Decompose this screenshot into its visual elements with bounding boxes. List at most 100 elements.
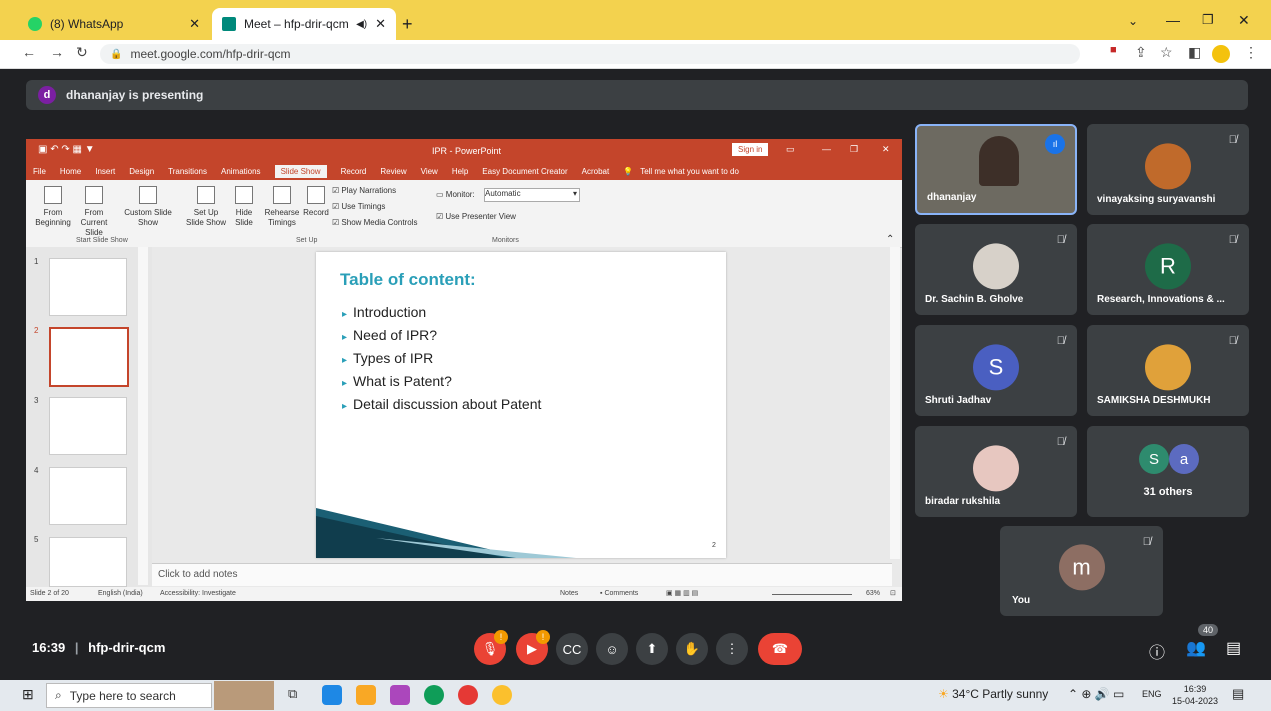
taskbar-search-input[interactable]: ⌕ Type here to search [46, 683, 212, 708]
chat-icon[interactable]: ▤ [1226, 638, 1241, 658]
zoom-slider[interactable] [772, 594, 852, 595]
more-options-button[interactable]: ⋮ [716, 633, 748, 665]
close-window-icon[interactable]: ✕ [1238, 12, 1250, 29]
slide-thumbnail[interactable] [49, 397, 127, 455]
ribbon-options-icon[interactable]: ▭ [786, 144, 795, 155]
slide-thumbnail[interactable] [49, 327, 129, 387]
reload-icon[interactable]: ↻ [76, 44, 88, 61]
collapse-ribbon-icon[interactable]: ⌃ [886, 234, 894, 245]
custom-slide-show-button[interactable]: Custom Slide Show [122, 186, 174, 228]
tab-search-icon[interactable]: ⌄ [1128, 14, 1138, 28]
from-current-slide-button[interactable]: From Current Slide [72, 186, 116, 238]
input-language[interactable]: ENG [1142, 689, 1162, 699]
back-icon[interactable]: ← [22, 44, 36, 60]
others-tile[interactable]: S a 31 others [1087, 426, 1249, 517]
menu-icon[interactable]: ⋮ [1244, 44, 1258, 61]
reactions-button[interactable]: ☺ [596, 633, 628, 665]
tab-insert[interactable]: Insert [95, 167, 115, 176]
windows-start-icon[interactable]: ⊞ [22, 686, 34, 703]
meeting-details-icon[interactable]: ⓘ [1149, 639, 1165, 663]
present-button[interactable]: ⬆ [636, 633, 668, 665]
slide-scrollbar[interactable] [890, 247, 900, 559]
chrome-icon[interactable] [458, 685, 478, 705]
url-input[interactable]: 🔒 meet.google.com/hfp-drir-qcm [100, 44, 1080, 64]
camera-blocked-icon[interactable]: ■ [1110, 44, 1117, 56]
bookmark-star-icon[interactable]: ☆ [1160, 44, 1173, 61]
language-indicator[interactable]: English (India) [98, 590, 143, 597]
paint-icon[interactable] [390, 685, 410, 705]
close-icon[interactable]: ✕ [375, 16, 386, 32]
minimize-icon[interactable]: — [822, 144, 831, 154]
minimize-icon[interactable]: — [1166, 12, 1180, 28]
leave-call-button[interactable]: ☎ [758, 633, 802, 665]
new-tab-icon[interactable]: + [402, 14, 413, 35]
tab-home[interactable]: Home [60, 167, 81, 176]
participant-tile[interactable]: 🎙̸ S Shruti Jadhav [915, 325, 1077, 416]
tab-review[interactable]: Review [380, 167, 406, 176]
forward-icon[interactable]: → [50, 44, 64, 60]
participant-tile[interactable]: 🎙̸ SAMIKSHA DESHMUKH [1087, 325, 1249, 416]
play-narrations-checkbox[interactable]: ☑ Play Narrations [332, 186, 396, 195]
self-tile[interactable]: 🎙̸ m You [1000, 526, 1163, 616]
tab-help[interactable]: Help [452, 167, 468, 176]
notes-toggle-button[interactable]: Notes [560, 590, 578, 597]
restore-icon[interactable]: ❐ [850, 144, 858, 155]
slide-thumbnail[interactable] [49, 467, 127, 525]
participant-tile[interactable]: 🎙̸ biradar rukshila [915, 426, 1077, 517]
thumbnail-scrollbar[interactable] [138, 247, 148, 585]
restore-icon[interactable]: ❐ [1202, 12, 1214, 28]
participant-tile[interactable]: 🎙̸ vinayaksing suryavanshi [1087, 124, 1249, 215]
tab-acrobat[interactable]: Acrobat [582, 167, 610, 176]
zoom-level[interactable]: 63% [866, 590, 880, 597]
set-up-slide-show-button[interactable]: Set Up Slide Show [184, 186, 228, 228]
system-tray-icons[interactable]: ⌃ ⊕ 🔊 ▭ [1068, 687, 1124, 701]
weather-widget[interactable]: ☀ 34°C Partly sunny [938, 687, 1048, 701]
notes-pane[interactable]: Click to add notes [152, 563, 892, 586]
edge-icon[interactable] [424, 685, 444, 705]
current-slide[interactable]: Table of content: Introduction Need of I… [316, 252, 726, 558]
tab-view[interactable]: View [421, 167, 438, 176]
task-view-icon[interactable]: ⧉ [288, 686, 297, 702]
close-icon[interactable]: ✕ [189, 16, 200, 32]
slide-thumbnail[interactable] [49, 537, 127, 587]
accessibility-checker[interactable]: Accessibility: Investigate [160, 590, 236, 597]
tab-record[interactable]: Record [341, 167, 367, 176]
from-beginning-button[interactable]: From Beginning [32, 186, 74, 228]
mail-icon[interactable] [322, 685, 342, 705]
use-presenter-view-checkbox[interactable]: ☑ Use Presenter View [436, 212, 516, 221]
taskbar-clock[interactable]: 16:39 15-04-2023 [1172, 683, 1218, 707]
tab-design[interactable]: Design [129, 167, 154, 176]
show-media-controls-checkbox[interactable]: ☑ Show Media Controls [332, 218, 417, 227]
search-highlight-image[interactable] [214, 681, 274, 710]
tab-whatsapp[interactable]: (8) WhatsApp ✕ [18, 8, 210, 40]
participant-tile[interactable]: 🎙̸ Dr. Sachin B. Gholve [915, 224, 1077, 315]
tab-meet[interactable]: Meet – hfp-drir-qcm ◀) ✕ [212, 8, 396, 40]
chrome-canary-icon[interactable] [492, 685, 512, 705]
side-panel-icon[interactable]: ◧ [1188, 44, 1201, 61]
participant-tile[interactable]: ıl dhananjay [915, 124, 1077, 215]
quick-access-icons[interactable]: ▣ ↶ ↷ ▦ ▼ [38, 144, 95, 155]
hide-slide-button[interactable]: Hide Slide [228, 186, 260, 228]
participant-tile[interactable]: 🎙̸ R Research, Innovations & ... [1087, 224, 1249, 315]
monitor-select[interactable]: Automatic ▾ [484, 188, 580, 202]
tab-animations[interactable]: Animations [221, 167, 261, 176]
notifications-icon[interactable]: ▤ [1232, 686, 1244, 702]
audio-icon[interactable]: ◀) [356, 19, 367, 30]
profile-avatar[interactable] [1212, 45, 1230, 63]
use-timings-checkbox[interactable]: ☑ Use Timings [332, 202, 385, 211]
sign-in-button[interactable]: Sign in [732, 143, 769, 156]
comments-button[interactable]: ▪ Comments [600, 590, 638, 597]
raise-hand-button[interactable]: ✋ [676, 633, 708, 665]
file-explorer-icon[interactable] [356, 685, 376, 705]
tab-easy-document-creator[interactable]: Easy Document Creator [482, 167, 567, 176]
share-icon[interactable]: ⇪ [1135, 44, 1147, 61]
rehearse-timings-button[interactable]: Rehearse Timings [262, 186, 302, 228]
tab-transitions[interactable]: Transitions [168, 167, 207, 176]
tell-me-input[interactable]: Tell me what you want to do [640, 167, 739, 176]
tab-slide-show[interactable]: Slide Show [274, 164, 327, 178]
slide-thumbnail[interactable] [49, 258, 127, 316]
close-icon[interactable]: ✕ [882, 144, 890, 155]
fit-to-window-icon[interactable]: ⊡ [890, 589, 896, 597]
people-icon[interactable]: 👥 [1186, 638, 1206, 658]
captions-button[interactable]: CC [556, 633, 588, 665]
